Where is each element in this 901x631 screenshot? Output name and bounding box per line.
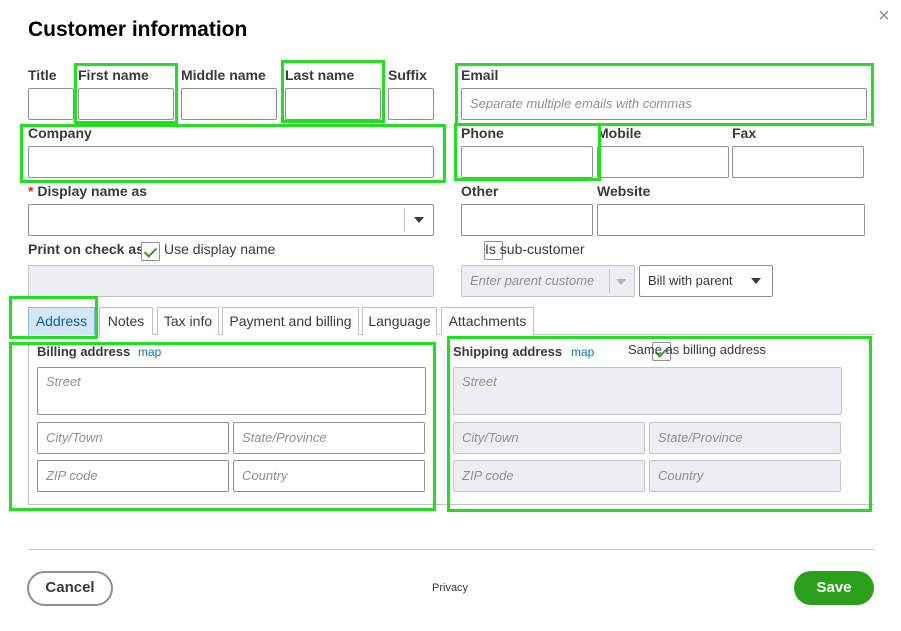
email-label: Email	[461, 67, 499, 83]
dialog-title: Customer information	[28, 18, 248, 41]
mobile-input[interactable]	[597, 146, 729, 178]
billing-map-link[interactable]: map	[138, 345, 161, 359]
middle-name-input[interactable]	[181, 88, 277, 120]
shipping-street-input: Street	[453, 367, 842, 415]
billing-country-input[interactable]: Country	[233, 460, 425, 492]
billing-zip-input[interactable]: ZIP code	[37, 460, 229, 492]
title-input[interactable]	[28, 88, 74, 120]
required-mark: *	[28, 183, 34, 199]
mobile-label: Mobile	[597, 125, 642, 141]
shipping-city-input: City/Town	[453, 422, 645, 454]
tab-attachments[interactable]: Attachments	[441, 307, 534, 335]
middle-name-label: Middle name	[181, 67, 266, 83]
fax-label: Fax	[732, 125, 757, 141]
privacy-link[interactable]: Privacy	[432, 582, 468, 594]
billing-address-label: Billing address	[37, 344, 131, 359]
shipping-state-input: State/Province	[649, 422, 841, 454]
parent-chevron-down-icon	[616, 279, 626, 285]
bill-chevron-down-icon[interactable]	[751, 278, 761, 284]
shipping-map-link[interactable]: map	[571, 345, 594, 359]
company-label: Company	[28, 125, 92, 141]
display-name-label-text: Display name as	[37, 183, 148, 199]
phone-input[interactable]	[461, 146, 593, 178]
tab-payment-and-billing[interactable]: Payment and billing	[222, 307, 359, 335]
use-display-name-label: Use display name	[164, 241, 276, 257]
billing-street-input[interactable]: Street	[37, 367, 426, 415]
save-button[interactable]: Save	[794, 571, 874, 605]
website-label: Website	[597, 183, 651, 199]
tab-tax-info[interactable]: Tax info	[157, 307, 219, 335]
last-name-input[interactable]	[285, 88, 381, 120]
company-input[interactable]	[28, 146, 434, 178]
first-name-label: First name	[78, 67, 149, 83]
use-display-name-checkbox[interactable]	[141, 242, 160, 261]
title-label: Title	[28, 67, 57, 83]
select-divider	[404, 208, 405, 232]
address-panel-bottom-border	[28, 504, 874, 505]
chevron-down-icon[interactable]	[414, 217, 424, 223]
suffix-input[interactable]	[388, 88, 434, 120]
shipping-country-input: Country	[649, 460, 841, 492]
footer-divider	[28, 549, 874, 550]
billing-city-input[interactable]: City/Town	[37, 422, 229, 454]
sub-customer-label: Is sub-customer	[485, 241, 585, 257]
tab-language[interactable]: Language	[362, 307, 437, 335]
other-input[interactable]	[461, 204, 593, 236]
tab-notes[interactable]: Notes	[99, 307, 153, 335]
display-name-label: * Display name as	[28, 183, 147, 199]
last-name-label: Last name	[285, 67, 355, 83]
print-on-check-input	[28, 265, 434, 297]
parent-select-divider	[609, 269, 610, 293]
billing-state-input[interactable]: State/Province	[233, 422, 425, 454]
same-as-billing-label: Same as billing address	[628, 342, 767, 357]
address-panel-left-border	[28, 335, 29, 505]
fax-input[interactable]	[732, 146, 864, 178]
display-name-select[interactable]	[28, 204, 434, 236]
email-input[interactable]: Separate multiple emails with commas	[461, 88, 867, 120]
tab-address[interactable]: Address	[28, 307, 95, 335]
suffix-label: Suffix	[388, 67, 427, 83]
first-name-input[interactable]	[78, 88, 174, 120]
print-on-check-label: Print on check as	[28, 241, 144, 257]
phone-label: Phone	[461, 125, 504, 141]
close-icon[interactable]: ×	[874, 6, 894, 26]
cancel-button[interactable]: Cancel	[27, 571, 113, 606]
shipping-zip-input: ZIP code	[453, 460, 645, 492]
other-label: Other	[461, 183, 499, 199]
shipping-address-label: Shipping address	[453, 344, 563, 359]
website-input[interactable]	[597, 204, 865, 236]
